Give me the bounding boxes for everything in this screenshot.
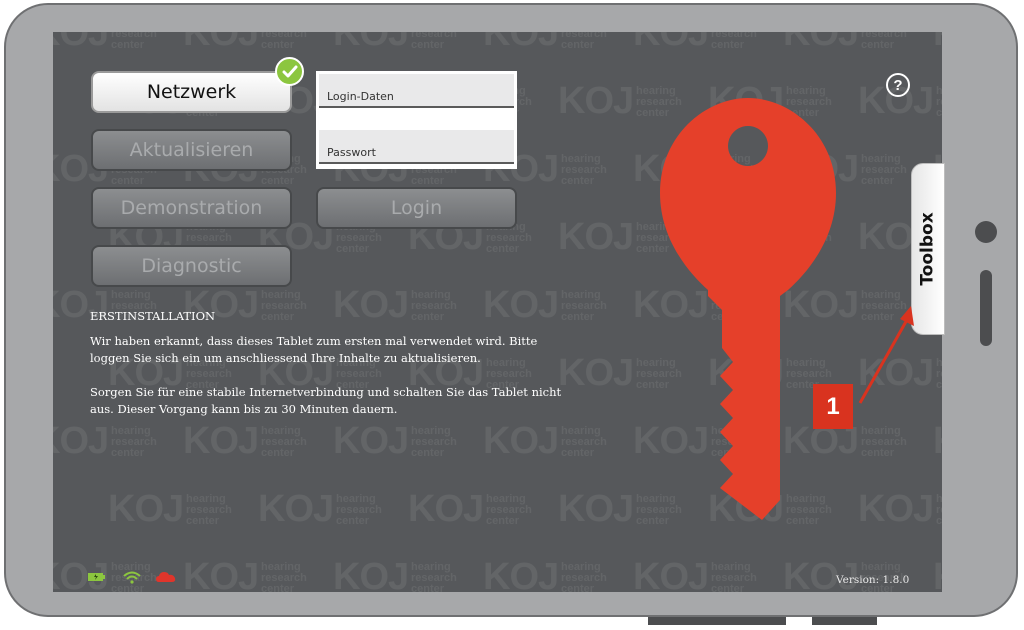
wifi-icon <box>123 571 141 584</box>
watermark-tagline: hearing research center <box>936 85 942 119</box>
watermark-tagline: hearing research center <box>861 289 907 323</box>
watermark-logo: KOJ <box>258 488 334 530</box>
watermark-logo: KOJ <box>708 488 784 530</box>
watermark-logo: KOJ <box>558 216 634 258</box>
version-label: Version: 1.8.0 <box>836 574 910 586</box>
info-heading: ERSTINSTALLATION <box>90 309 216 323</box>
watermark-tagline: hearing research center <box>561 153 607 187</box>
watermark-logo: KOJ <box>933 32 942 55</box>
watermark-logo: KOJ <box>858 352 934 394</box>
login-form <box>316 71 517 169</box>
watermark-tagline: hearing research center <box>636 493 682 527</box>
username-input[interactable] <box>319 74 514 106</box>
watermark-tagline: hearing research center <box>411 32 457 51</box>
login-button[interactable]: Login <box>316 187 517 229</box>
watermark-logo: KOJ <box>708 80 784 122</box>
watermark-tagline: hearing research center <box>486 493 532 527</box>
watermark-tagline: hearing research center <box>861 32 907 51</box>
watermark-logo: KOJ <box>108 488 184 530</box>
watermark-tagline: hearing research center <box>711 425 757 459</box>
checkmark-icon <box>275 57 304 86</box>
hardware-button-right <box>812 617 877 625</box>
password-field-wrapper <box>319 130 514 164</box>
watermark-tagline: hearing research center <box>711 289 757 323</box>
watermark-logo: KOJ <box>483 556 559 592</box>
watermark-tagline: hearing research center <box>786 221 832 255</box>
watermark-tagline: hearing research center <box>261 32 307 51</box>
password-input[interactable] <box>319 130 514 162</box>
update-button[interactable]: Aktualisieren <box>91 129 292 171</box>
watermark-tagline: hearing research center <box>111 32 157 51</box>
watermark-tagline: hearing research center <box>711 153 757 187</box>
toolbox-tab[interactable]: Toolbox <box>911 163 945 335</box>
cloud-icon <box>156 572 176 582</box>
watermark-logo: KOJ <box>858 488 934 530</box>
watermark-tagline: hearing research center <box>786 85 832 119</box>
watermark-tagline: hearing research center <box>561 561 607 593</box>
watermark-logo: KOJ <box>783 148 859 190</box>
watermark-logo: KOJ <box>633 556 709 592</box>
watermark-logo: KOJ <box>783 284 859 326</box>
network-button[interactable]: Netzwerk <box>91 71 292 113</box>
info-paragraph-1: Wir haben erkannt, dass dieses Tablet zu… <box>90 334 538 365</box>
watermark-logo: KOJ <box>183 556 259 592</box>
watermark-tagline: hearing research center <box>936 493 942 527</box>
watermark-logo: KOJ <box>408 488 484 530</box>
watermark-tagline: hearing research center <box>711 561 757 593</box>
diagnostic-button[interactable]: Diagnostic <box>91 245 292 287</box>
watermark-tagline: hearing research center <box>786 493 832 527</box>
watermark-tagline: hearing research center <box>936 357 942 391</box>
watermark-logo: KOJ <box>633 284 709 326</box>
watermark-logo: KOJ <box>933 420 942 463</box>
watermark-logo: KOJ <box>558 488 634 530</box>
toolbox-label: Toolbox <box>918 212 938 286</box>
watermark-tagline: hearing research center <box>336 493 382 527</box>
watermark-tagline: hearing research center <box>636 357 682 391</box>
watermark-logo: KOJ <box>483 32 559 54</box>
watermark-logo: KOJ <box>633 148 709 190</box>
watermark-tagline: hearing research center <box>411 561 457 593</box>
hardware-button-left <box>648 617 786 625</box>
watermark-tagline: hearing research center <box>861 153 907 187</box>
watermark-tagline: hearing research center <box>711 32 757 51</box>
watermark-logo: KOJ <box>633 32 709 54</box>
watermark-logo: KOJ <box>183 32 259 54</box>
watermark-logo: KOJ <box>558 80 634 122</box>
battery-icon <box>88 573 105 581</box>
username-field-wrapper <box>319 74 514 108</box>
demonstration-button[interactable]: Demonstration <box>91 187 292 229</box>
info-paragraph-2: Sorgen Sie für eine stabile Internetverb… <box>90 385 562 416</box>
login-button-label: Login <box>390 197 443 219</box>
watermark-logo: KOJ <box>333 556 409 592</box>
annotation-badge-number: 1 <box>826 392 840 420</box>
watermark-tagline: hearing research center <box>636 85 682 119</box>
watermark-tagline: hearing research center <box>861 425 907 459</box>
help-symbol: ? <box>893 76 903 94</box>
watermark-logo: KOJ <box>53 32 109 54</box>
watermark-logo: KOJ <box>633 420 709 462</box>
login-form-spacer <box>319 108 514 130</box>
demonstration-button-label: Demonstration <box>120 197 263 219</box>
watermark-logo: KOJ <box>933 556 942 592</box>
watermark-tagline: hearing research center <box>261 561 307 593</box>
network-button-label: Netzwerk <box>146 81 237 103</box>
annotation-badge: 1 <box>813 384 853 429</box>
camera-icon <box>975 221 997 243</box>
watermark-tagline: hearing research center <box>636 221 682 255</box>
watermark-logo: KOJ <box>783 32 859 54</box>
watermark-tagline: hearing research center <box>561 32 607 51</box>
home-slot <box>980 270 992 346</box>
watermark-tagline: hearing research center <box>186 493 232 527</box>
watermark-logo: KOJ <box>333 32 409 54</box>
watermark-logo: KOJ <box>708 352 784 394</box>
update-button-label: Aktualisieren <box>129 139 254 161</box>
diagnostic-button-label: Diagnostic <box>141 255 242 277</box>
info-panel: ERSTINSTALLATION Wir haben erkannt, dass… <box>90 308 580 435</box>
help-icon[interactable]: ? <box>886 73 910 97</box>
watermark-logo: KOJ <box>708 216 784 258</box>
